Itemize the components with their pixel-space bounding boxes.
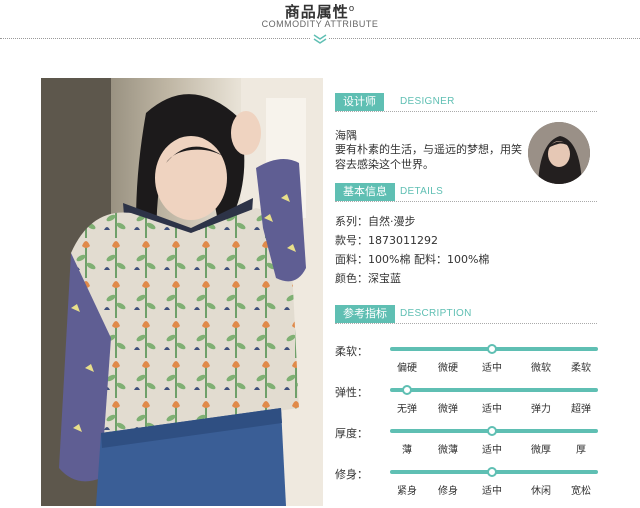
indicator-option: 微软 xyxy=(531,363,551,374)
indicator-option: 超弹 xyxy=(571,404,591,415)
section-en-label: DESCRIPTION xyxy=(400,308,472,319)
section-divider xyxy=(335,201,597,202)
indicator-label: 修身： xyxy=(335,468,368,481)
section-tag: 基本信息 xyxy=(335,183,395,201)
indicator-label: 弹性： xyxy=(335,386,368,399)
indicator-option: 宽松 xyxy=(571,486,591,497)
indicator-option: 微硬 xyxy=(438,363,458,374)
detail-series: 系列：自然·漫步 xyxy=(335,215,416,228)
indicator-option: 微弹 xyxy=(438,404,458,415)
model-photo-icon xyxy=(41,78,323,506)
indicator-knob xyxy=(487,467,497,477)
section-divider xyxy=(335,323,597,324)
section-divider xyxy=(335,111,597,112)
section-description: 参考指标 DESCRIPTION xyxy=(335,305,597,324)
page-subtitle: COMMODITY ATTRIBUTE xyxy=(261,19,379,29)
indicator-option: 适中 xyxy=(482,363,502,374)
indicator-option: 适中 xyxy=(482,486,502,497)
indicator-knob xyxy=(402,385,412,395)
indicator-scale-bar xyxy=(390,344,598,354)
indicator-option: 适中 xyxy=(482,445,502,456)
detail-style-number: 款号：1873011292 xyxy=(335,234,438,247)
indicator-option: 偏硬 xyxy=(397,363,417,374)
detail-color: 颜色：深宝蓝 xyxy=(335,272,401,285)
designer-name: 海隅 xyxy=(335,129,357,142)
page-title: 商品属性o xyxy=(284,3,356,21)
indicator-option: 微薄 xyxy=(438,445,458,456)
section-en-label: DESIGNER xyxy=(400,96,455,107)
indicator-option: 厚 xyxy=(576,445,586,456)
indicator-option: 紧身 xyxy=(397,486,417,497)
chevron-down-icon xyxy=(311,33,329,45)
indicator-knob xyxy=(487,426,497,436)
indicator-scale-bar xyxy=(390,426,598,436)
indicator-option: 适中 xyxy=(482,404,502,415)
indicator-option: 微厚 xyxy=(531,445,551,456)
section-details: 基本信息 DETAILS xyxy=(335,183,597,202)
indicator-scale-bar xyxy=(390,467,598,477)
indicator-option: 薄 xyxy=(402,445,412,456)
indicator-scale-bar xyxy=(390,385,598,395)
indicator-option: 弹力 xyxy=(531,404,551,415)
indicator-option: 柔软 xyxy=(571,363,591,374)
detail-fabric: 面料：100%棉 配料：100%棉 xyxy=(335,253,490,266)
designer-description: 要有朴素的生活，与遥远的梦想，用笑容去感染这个世界。 xyxy=(335,143,522,171)
section-tag: 参考指标 xyxy=(335,305,395,323)
section-en-label: DETAILS xyxy=(400,186,444,197)
section-designer: 设计师 DESIGNER xyxy=(335,93,597,112)
indicator-option: 修身 xyxy=(438,486,458,497)
indicator-option: 休闲 xyxy=(531,486,551,497)
section-tag: 设计师 xyxy=(335,93,384,111)
indicator-option: 无弹 xyxy=(397,404,417,415)
indicator-label: 厚度： xyxy=(335,427,368,440)
designer-avatar-icon xyxy=(528,122,590,184)
indicator-label: 柔软： xyxy=(335,345,368,358)
indicator-knob xyxy=(487,344,497,354)
